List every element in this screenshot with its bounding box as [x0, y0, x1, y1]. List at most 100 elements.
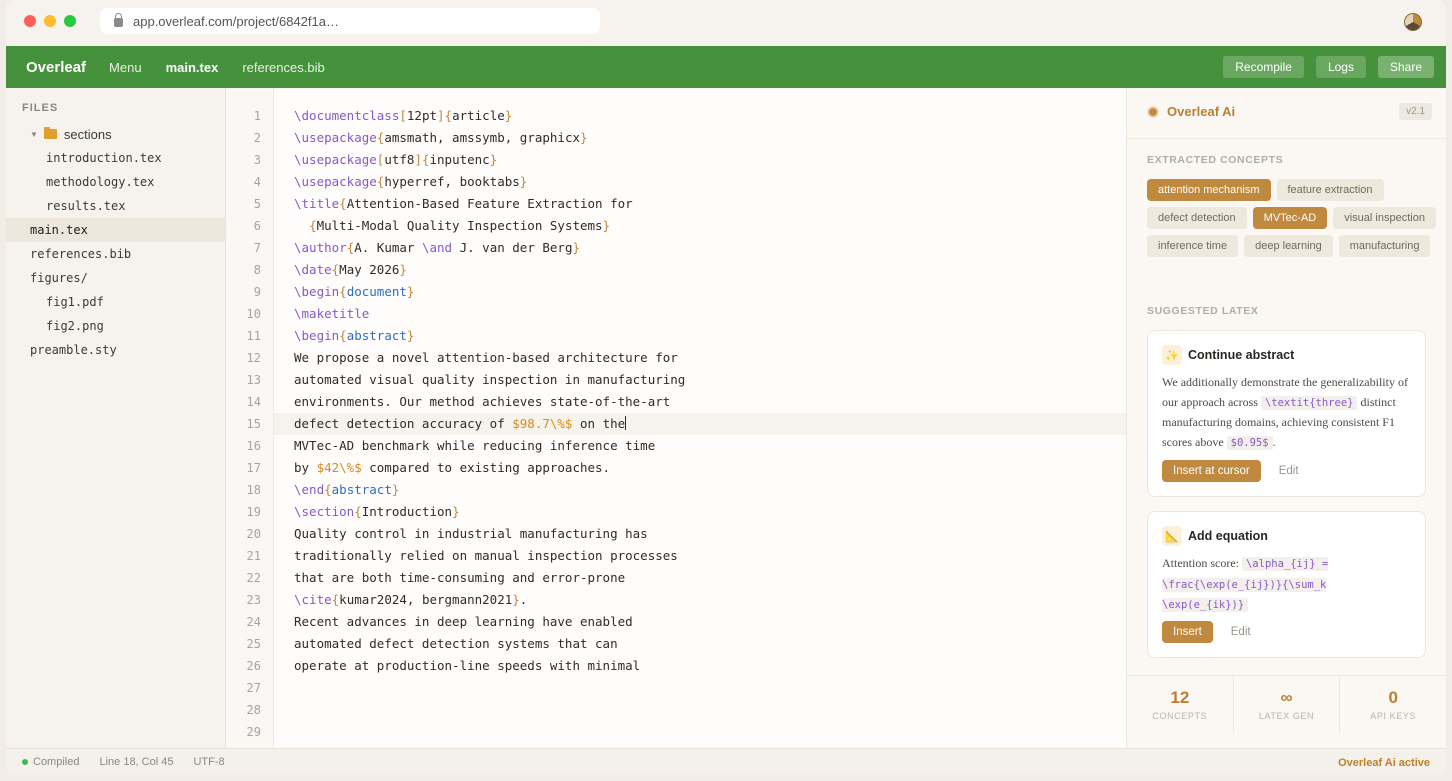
code-line[interactable]: environments. Our method achieves state-…	[274, 391, 1126, 413]
recompile-button[interactable]: Recompile	[1223, 56, 1304, 78]
file-item-fig1[interactable]: fig1.pdf	[6, 290, 225, 314]
minimize-window-button[interactable]	[44, 15, 56, 27]
file-item-references-bib[interactable]: references.bib	[6, 242, 225, 266]
line-number: 24	[246, 615, 261, 629]
file-tree-sidebar: FILES ▼ sections introduction.tex method…	[6, 88, 226, 748]
address-bar[interactable]: app.overleaf.com/project/6842f1a…	[100, 8, 600, 34]
line-number: 7	[253, 241, 261, 255]
concept-tag[interactable]: feature extraction	[1276, 179, 1384, 201]
file-item-fig2[interactable]: fig2.png	[6, 314, 225, 338]
file-item-preamble[interactable]: preamble.sty	[6, 338, 225, 362]
version-badge: v2.1	[1399, 103, 1432, 120]
concept-tag[interactable]: defect detection	[1147, 207, 1247, 229]
line-number: 15	[246, 417, 261, 431]
chevron-down-icon[interactable]: ▼	[30, 130, 38, 139]
code-line[interactable]: \date{May 2026}	[274, 259, 1126, 281]
tab-references-bib[interactable]: references.bib	[242, 60, 324, 75]
line-number-gutter: 1 2 3 4 5 6 7 8 9 10 11 12 13 14 15 16 17 18 19 20 21 22 23 24 2…	[226, 88, 274, 748]
profile-avatar-icon[interactable]	[1404, 13, 1422, 31]
file-item-methodology[interactable]: methodology.tex	[6, 170, 225, 194]
concept-tag[interactable]: inference time	[1147, 235, 1239, 257]
line-number: 18	[246, 483, 261, 497]
line-number: 27	[246, 681, 261, 695]
code-line[interactable]	[274, 699, 1126, 721]
ai-assistant-panel: Overleaf Ai v2.1 EXTRACTED CONCEPTS atte…	[1126, 88, 1446, 748]
code-line[interactable]: automated visual quality inspection in m…	[274, 369, 1126, 391]
code-line[interactable]: {Multi-Modal Quality Inspection Systems}	[274, 215, 1126, 237]
divider	[1127, 138, 1446, 139]
edit-suggestion-button[interactable]: Edit	[1231, 626, 1251, 638]
file-item-results[interactable]: results.tex	[6, 194, 225, 218]
code-editor[interactable]: 1 2 3 4 5 6 7 8 9 10 11 12 13 14 15 16 17 18 19 20 21 22 23 24 2…	[226, 88, 1126, 748]
file-encoding: UTF-8	[193, 756, 225, 768]
suggestion-card-continue-abstract: ✨ Continue abstract We additionally demo…	[1147, 330, 1426, 497]
code-line[interactable]: \usepackage{hyperref, booktabs}	[274, 171, 1126, 193]
code-line[interactable]: traditionally relied on manual inspectio…	[274, 545, 1126, 567]
close-window-button[interactable]	[24, 15, 36, 27]
sparkles-icon: ✨	[1162, 345, 1182, 365]
code-line[interactable]	[274, 721, 1126, 743]
code-line[interactable]	[274, 677, 1126, 699]
code-line[interactable]: \documentclass[12pt]{article}	[274, 105, 1126, 127]
suggestion-card-add-equation: 📐 Add equation Attention score: \alpha_{…	[1147, 511, 1426, 658]
code-line[interactable]: automated defect detection systems that …	[274, 633, 1126, 655]
logs-button[interactable]: Logs	[1315, 56, 1366, 78]
suggestion-title: Continue abstract	[1188, 348, 1295, 362]
brand-logo[interactable]: Overleaf	[26, 59, 86, 76]
stat-api-keys: 0 API KEYS	[1370, 688, 1417, 721]
code-line[interactable]: \cite{kumar2024, bergmann2021}.	[274, 589, 1126, 611]
line-number: 28	[246, 703, 261, 717]
file-item-introduction[interactable]: introduction.tex	[6, 146, 225, 170]
menu-link[interactable]: Menu	[109, 60, 142, 75]
code-line[interactable]: \begin{abstract}	[274, 325, 1126, 347]
tab-main-tex[interactable]: main.tex	[166, 60, 219, 75]
concept-tag[interactable]: MVTec-AD	[1252, 207, 1328, 229]
line-number: 22	[246, 571, 261, 585]
line-number: 14	[246, 395, 261, 409]
compile-status: Compiled	[33, 756, 80, 768]
folder-figures[interactable]: figures/	[6, 266, 225, 290]
line-number: 12	[246, 351, 261, 365]
stats-row: 12 CONCEPTS ∞ LATEX GEN 0 API KEYS	[1127, 675, 1446, 733]
code-line[interactable]: We propose a novel attention-based archi…	[274, 347, 1126, 369]
top-navigation: Overleaf Menu main.tex references.bib Re…	[6, 46, 1446, 88]
file-item-main-tex[interactable]: main.tex	[6, 218, 225, 242]
line-number: 17	[246, 461, 261, 475]
code-line[interactable]: defect detection accuracy of $98.7\%$ on…	[274, 413, 1126, 435]
line-number: 29	[246, 725, 261, 739]
code-line[interactable]: \author{A. Kumar \and J. van der Berg}	[274, 237, 1126, 259]
share-button[interactable]: Share	[1377, 56, 1434, 78]
code-line[interactable]: \usepackage{amsmath, amssymb, graphicx}	[274, 127, 1126, 149]
code-line[interactable]: \title{Attention-Based Feature Extractio…	[274, 193, 1126, 215]
suggested-latex-heading: SUGGESTED LATEX	[1147, 305, 1259, 317]
cursor-position: Line 18, Col 45	[99, 756, 174, 768]
code-line[interactable]: \section{Introduction}	[274, 501, 1126, 523]
concept-tag[interactable]: visual inspection	[1333, 207, 1436, 229]
concept-tag[interactable]: attention mechanism	[1147, 179, 1271, 201]
insert-button[interactable]: Insert	[1162, 621, 1213, 643]
code-line[interactable]: \end{abstract}	[274, 479, 1126, 501]
line-number: 2	[253, 131, 261, 145]
code-line[interactable]: \usepackage[utf8]{inputenc}	[274, 149, 1126, 171]
line-number: 19	[246, 505, 261, 519]
maximize-window-button[interactable]	[64, 15, 76, 27]
code-line[interactable]: \maketitle	[274, 303, 1126, 325]
code-line[interactable]: operate at production-line speeds with m…	[274, 655, 1126, 677]
code-line[interactable]: MVTec-AD benchmark while reducing infere…	[274, 435, 1126, 457]
folder-sections[interactable]: ▼ sections	[6, 122, 225, 146]
insert-at-cursor-button[interactable]: Insert at cursor	[1162, 460, 1261, 482]
code-line[interactable]: Quality control in industrial manufactur…	[274, 523, 1126, 545]
code-line[interactable]: \begin{document}	[274, 281, 1126, 303]
concept-tags: attention mechanism feature extraction def…	[1147, 179, 1437, 257]
line-number: 26	[246, 659, 261, 673]
edit-suggestion-button[interactable]: Edit	[1279, 465, 1299, 477]
line-number: 23	[246, 593, 261, 607]
files-heading: FILES	[22, 102, 59, 114]
triangle-ruler-icon: 📐	[1162, 526, 1182, 546]
code-line[interactable]: by $42\%$ compared to existing approache…	[274, 457, 1126, 479]
code-line[interactable]: that are both time-consuming and error-p…	[274, 567, 1126, 589]
line-number: 9	[253, 285, 261, 299]
concept-tag[interactable]: manufacturing	[1338, 235, 1431, 257]
code-line[interactable]: Recent advances in deep learning have en…	[274, 611, 1126, 633]
concept-tag[interactable]: deep learning	[1244, 235, 1333, 257]
